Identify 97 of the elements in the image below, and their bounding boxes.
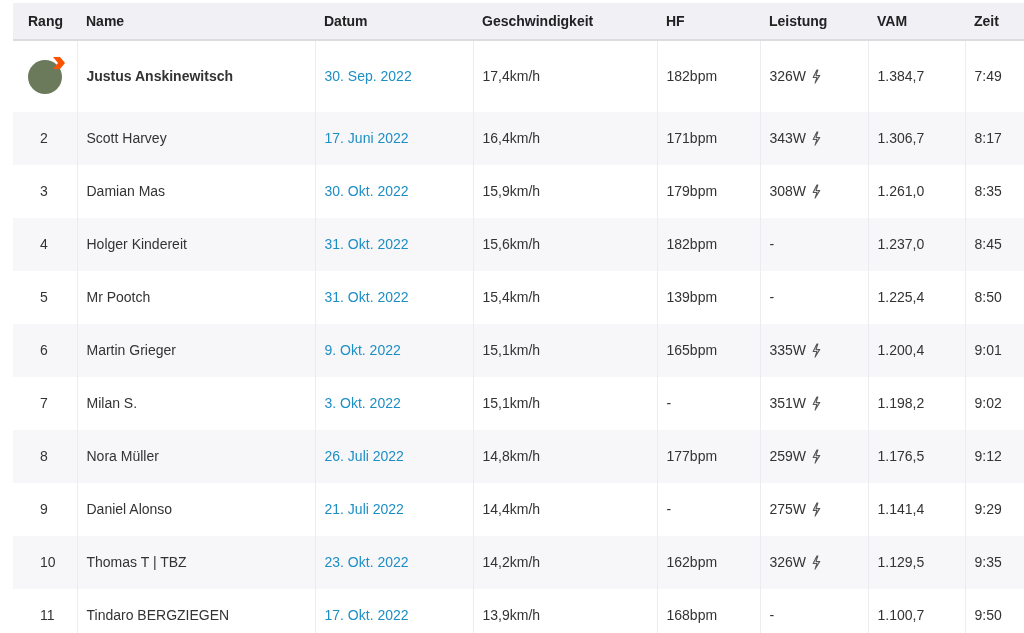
athlete-name[interactable]: Scott Harvey xyxy=(86,130,167,146)
speed-value: 15,6km/h xyxy=(482,236,541,252)
vam-value: 1.306,7 xyxy=(877,130,925,146)
time-value: 8:45 xyxy=(974,236,1002,252)
power-value: 351W xyxy=(769,394,807,413)
power-value: - xyxy=(769,606,775,625)
heart-rate-value: 165bpm xyxy=(666,342,718,358)
heart-rate-value: 162bpm xyxy=(666,554,718,570)
activity-date-link[interactable]: 30. Sep. 2022 xyxy=(324,68,412,84)
column-header: Rang xyxy=(28,12,63,29)
rank-number: 5 xyxy=(39,289,48,305)
time-value: 8:17 xyxy=(974,130,1002,146)
heart-rate-value: 182bpm xyxy=(666,68,718,84)
power-value: 275W xyxy=(769,500,807,519)
power-value: 326W xyxy=(769,553,807,572)
rank-number: 3 xyxy=(39,183,48,199)
time-value: 9:29 xyxy=(974,501,1002,517)
time-value: 8:50 xyxy=(974,289,1002,305)
athlete-name[interactable]: Mr Pootch xyxy=(86,289,151,305)
rank-number: 10 xyxy=(39,554,56,570)
activity-date-link[interactable]: 31. Okt. 2022 xyxy=(324,289,409,305)
activity-date-link[interactable]: 21. Juli 2022 xyxy=(324,501,404,517)
rank-number: 6 xyxy=(39,342,48,358)
power-value: - xyxy=(769,235,775,254)
power-value: 259W xyxy=(769,447,807,466)
vam-value: 1.237,0 xyxy=(877,236,925,252)
time-value: 9:50 xyxy=(974,607,1002,623)
activity-date-link[interactable]: 30. Okt. 2022 xyxy=(324,183,409,199)
heart-rate-value: 168bpm xyxy=(666,607,718,623)
speed-value: 17,4km/h xyxy=(482,68,541,84)
rank-number: 9 xyxy=(39,501,48,517)
athlete-name[interactable]: Tindaro BERGZIEGEN xyxy=(86,607,230,623)
athlete-name[interactable]: Holger Kindereit xyxy=(86,236,187,252)
power-value: 308W xyxy=(769,182,807,201)
heart-rate-value: 139bpm xyxy=(666,289,718,305)
column-header: HF xyxy=(666,12,685,29)
time-value: 9:02 xyxy=(974,395,1002,411)
power-value: 326W xyxy=(769,67,807,86)
speed-value: 16,4km/h xyxy=(482,130,541,146)
column-header: Datum xyxy=(324,12,368,29)
column-header: Geschwindigkeit xyxy=(482,12,594,29)
time-value: 8:35 xyxy=(974,183,1002,199)
heart-rate-value: 179bpm xyxy=(666,183,718,199)
activity-date-link[interactable]: 31. Okt. 2022 xyxy=(324,236,409,252)
column-header: Leistung xyxy=(769,12,828,29)
rank-number: 8 xyxy=(39,448,48,464)
speed-value: 14,4km/h xyxy=(482,501,541,517)
activity-date-link[interactable]: 3. Okt. 2022 xyxy=(324,395,401,411)
power-value: - xyxy=(769,288,775,307)
activity-date-link[interactable]: 9. Okt. 2022 xyxy=(324,342,401,358)
power-value: 335W xyxy=(769,341,807,360)
vam-value: 1.384,7 xyxy=(877,68,925,84)
heart-rate-value: 171bpm xyxy=(666,130,718,146)
rank-number: 4 xyxy=(39,236,48,252)
time-value: 7:49 xyxy=(974,68,1002,84)
rank-number: 2 xyxy=(39,130,48,146)
athlete-name[interactable]: Damian Mas xyxy=(86,183,166,199)
activity-date-link[interactable]: 23. Okt. 2022 xyxy=(324,554,409,570)
column-header: Zeit xyxy=(974,12,999,29)
speed-value: 15,4km/h xyxy=(482,289,541,305)
speed-value: 14,2km/h xyxy=(482,554,541,570)
speed-value: 14,8km/h xyxy=(482,448,541,464)
athlete-name[interactable]: Nora Müller xyxy=(86,448,159,464)
athlete-name[interactable]: Justus Anskinewitsch xyxy=(86,68,234,84)
speed-value: 15,1km/h xyxy=(482,395,541,411)
vam-value: 1.225,4 xyxy=(877,289,925,305)
heart-rate-value: - xyxy=(666,395,672,411)
column-header: Name xyxy=(86,12,125,29)
athlete-name[interactable]: Milan S. xyxy=(86,395,138,411)
vam-value: 1.129,5 xyxy=(877,554,925,570)
vam-value: 1.176,5 xyxy=(877,448,925,464)
vam-value: 1.261,0 xyxy=(877,183,925,199)
column-header: VAM xyxy=(877,12,908,29)
rank-number: 7 xyxy=(39,395,48,411)
chevron-badge-icon xyxy=(53,56,65,69)
speed-value: 15,9km/h xyxy=(482,183,541,199)
speed-value: 13,9km/h xyxy=(482,607,541,623)
heart-rate-value: - xyxy=(666,501,672,517)
avatar-photo-placeholder[interactable] xyxy=(28,59,62,94)
vam-value: 1.141,4 xyxy=(877,501,925,517)
power-value: 343W xyxy=(769,129,807,148)
vam-value: 1.200,4 xyxy=(877,342,925,358)
heart-rate-value: 177bpm xyxy=(666,448,718,464)
heart-rate-value: 182bpm xyxy=(666,236,718,252)
time-value: 9:12 xyxy=(974,448,1002,464)
athlete-name[interactable]: Daniel Alonso xyxy=(86,501,173,517)
activity-date-link[interactable]: 17. Juni 2022 xyxy=(324,130,409,146)
activity-date-link[interactable]: 26. Juli 2022 xyxy=(324,448,404,464)
activity-date-link[interactable]: 17. Okt. 2022 xyxy=(324,607,409,623)
athlete-name[interactable]: Martin Grieger xyxy=(86,342,176,358)
athlete-name[interactable]: Thomas T | TBZ xyxy=(86,554,187,570)
time-value: 9:01 xyxy=(974,342,1002,358)
vam-value: 1.100,7 xyxy=(877,607,925,623)
vam-value: 1.198,2 xyxy=(877,395,925,411)
time-value: 9:35 xyxy=(974,554,1002,570)
speed-value: 15,1km/h xyxy=(482,342,541,358)
rank-number: 11 xyxy=(39,607,55,623)
